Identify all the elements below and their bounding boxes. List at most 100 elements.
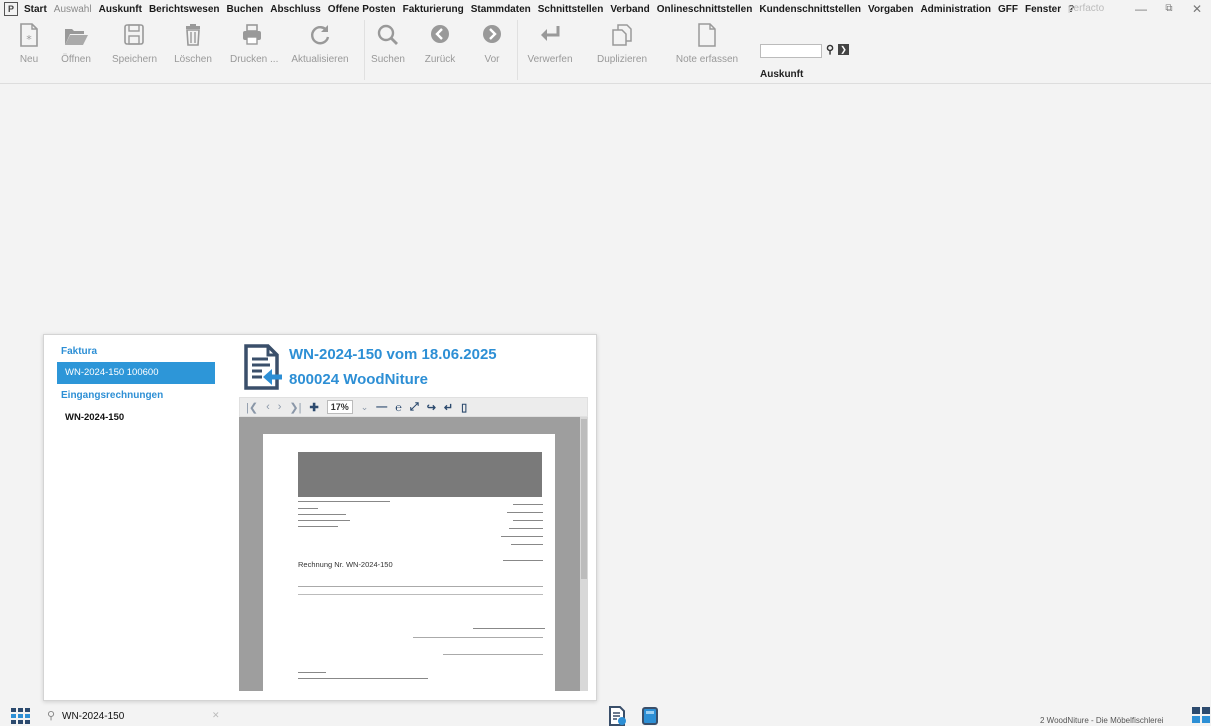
duplicate-label: Duplizieren: [596, 54, 648, 65]
forward-button[interactable]: Vor: [472, 22, 512, 80]
zoom-out-icon[interactable]: —: [376, 401, 387, 413]
footer-line: [298, 678, 428, 679]
menu-kundenschnittstellen[interactable]: Kundenschnittstellen: [759, 4, 861, 15]
refresh-label: Aktualisieren: [291, 54, 349, 65]
refresh-button[interactable]: Aktualisieren: [285, 22, 355, 80]
first-page-icon[interactable]: |❮: [246, 401, 258, 414]
duplicate-button[interactable]: Duplizieren: [592, 22, 652, 80]
share-icon[interactable]: ↪: [427, 401, 436, 414]
apps-grid-corner-icon[interactable]: [1192, 707, 1211, 725]
result-list: Faktura WN-2024-150 100600 Eingangsrechn…: [44, 335, 234, 700]
new-button[interactable]: * Neu: [12, 22, 46, 80]
last-page-icon[interactable]: ❯|: [289, 401, 301, 414]
total-line: [473, 628, 545, 629]
trash-icon: [186, 24, 200, 46]
info-line: [501, 536, 543, 537]
invoice-letterhead-image: [298, 452, 542, 497]
info-line: [513, 504, 543, 505]
close-icon[interactable]: ✕: [1186, 1, 1208, 17]
return-icon[interactable]: ↵: [444, 401, 453, 414]
refresh-icon: [311, 25, 330, 45]
prev-page-icon[interactable]: ‹: [266, 401, 270, 413]
document-title: WN-2024-150 vom 18.06.2025: [289, 346, 497, 363]
search-label: Suchen: [371, 54, 405, 65]
app-logo-icon: P: [4, 2, 18, 16]
global-search-input[interactable]: [62, 709, 212, 724]
bottom-bar: ⚲ ✕ 2 WoodNiture - Die Möbelfischlerei: [0, 706, 1211, 726]
result-item-faktura[interactable]: WN-2024-150 100600: [57, 362, 215, 384]
search-icon: ⚲: [47, 710, 56, 722]
open-button[interactable]: Öffnen: [56, 22, 96, 80]
info-line: [509, 528, 543, 529]
discard-button[interactable]: Verwerfen: [520, 22, 580, 80]
menu-stammdaten[interactable]: Stammdaten: [471, 4, 531, 15]
menu-items: Start Auswahl Auskunft Berichtswesen Buc…: [24, 4, 1074, 15]
sender-line: [298, 501, 390, 502]
brand-label: perfacto: [1068, 3, 1105, 14]
menu-start[interactable]: Start: [24, 4, 47, 15]
forward-label: Vor: [484, 54, 500, 65]
pdf-viewer[interactable]: Rechnung Nr. WN-2024-150: [239, 417, 588, 691]
clear-search-icon[interactable]: ✕: [212, 710, 220, 721]
folder-icon[interactable]: ▯: [461, 401, 467, 414]
new-label: Neu: [19, 54, 39, 65]
menu-administration[interactable]: Administration: [920, 4, 991, 15]
delete-button[interactable]: Löschen: [172, 22, 214, 80]
back-label: Zurück: [424, 54, 456, 65]
menu-onlineschnittstellen[interactable]: Onlineschnittstellen: [657, 4, 753, 15]
delete-label: Löschen: [174, 54, 212, 65]
viewer-scrollbar[interactable]: [580, 417, 588, 691]
restore-icon[interactable]: ⧉: [1158, 1, 1180, 17]
text-select-icon[interactable]: ℮: [395, 401, 402, 414]
search-button[interactable]: Suchen: [368, 22, 408, 80]
back-button[interactable]: Zurück: [420, 22, 460, 80]
next-page-icon[interactable]: ›: [278, 401, 282, 413]
note-icon: [698, 23, 716, 47]
new-file-icon: *: [20, 23, 38, 47]
menu-bar: P Start Auswahl Auskunft Berichtswesen B…: [0, 0, 1211, 18]
menu-abschluss[interactable]: Abschluss: [270, 4, 321, 15]
menu-auswahl[interactable]: Auswahl: [54, 4, 92, 15]
go-arrow-icon[interactable]: ❯: [838, 44, 849, 55]
menu-schnittstellen[interactable]: Schnittstellen: [538, 4, 604, 15]
back-arrow-icon: [431, 25, 449, 43]
menu-buchen[interactable]: Buchen: [227, 4, 264, 15]
menu-gff[interactable]: GFF: [998, 4, 1018, 15]
svg-text:*: *: [26, 33, 32, 46]
ledger-book-icon[interactable]: [640, 706, 660, 726]
print-button[interactable]: Drucken ...: [230, 22, 279, 80]
table-row-line: [298, 594, 543, 595]
note-label: Note erfassen: [675, 54, 739, 65]
menu-fakturierung[interactable]: Fakturierung: [403, 4, 464, 15]
auskunft-search-input[interactable]: [760, 44, 822, 58]
menu-fenster[interactable]: Fenster: [1025, 4, 1061, 15]
save-label: Speichern: [112, 54, 158, 65]
menu-offene-posten[interactable]: Offene Posten: [328, 4, 396, 15]
result-item-eingangsrechnung[interactable]: WN-2024-150: [57, 407, 215, 429]
zoom-in-icon[interactable]: ✚: [310, 401, 319, 414]
menu-vorgaben[interactable]: Vorgaben: [868, 4, 913, 15]
menu-berichtswesen[interactable]: Berichtswesen: [149, 4, 220, 15]
menu-auskunft[interactable]: Auskunft: [99, 4, 142, 15]
zoom-select[interactable]: 17%: [326, 400, 353, 414]
zoom-dropdown-icon[interactable]: ⌄: [361, 402, 369, 413]
scrollbar-thumb[interactable]: [581, 419, 587, 579]
note-button[interactable]: Note erfassen: [672, 22, 742, 80]
document-invoice-icon[interactable]: [607, 706, 627, 726]
incoming-invoice-icon: [242, 343, 284, 396]
search-icon[interactable]: ⚲: [826, 43, 834, 56]
save-button[interactable]: Speichern: [112, 22, 158, 80]
toolbar-separator: [364, 20, 365, 80]
open-label: Öffnen: [61, 54, 91, 65]
print-label: Drucken ...: [230, 54, 279, 65]
info-line: [503, 560, 543, 561]
section-heading-eingangsrechnungen: Eingangsrechnungen: [61, 390, 164, 401]
section-heading-faktura: Faktura: [61, 346, 98, 357]
apps-grid-icon[interactable]: [11, 708, 33, 726]
minimize-icon[interactable]: —: [1130, 1, 1152, 17]
save-icon: [124, 24, 144, 45]
fullscreen-icon[interactable]: ⤢: [410, 401, 419, 414]
menu-verband[interactable]: Verband: [610, 4, 649, 15]
toolbar-separator: [517, 20, 518, 80]
total-line: [443, 654, 543, 655]
